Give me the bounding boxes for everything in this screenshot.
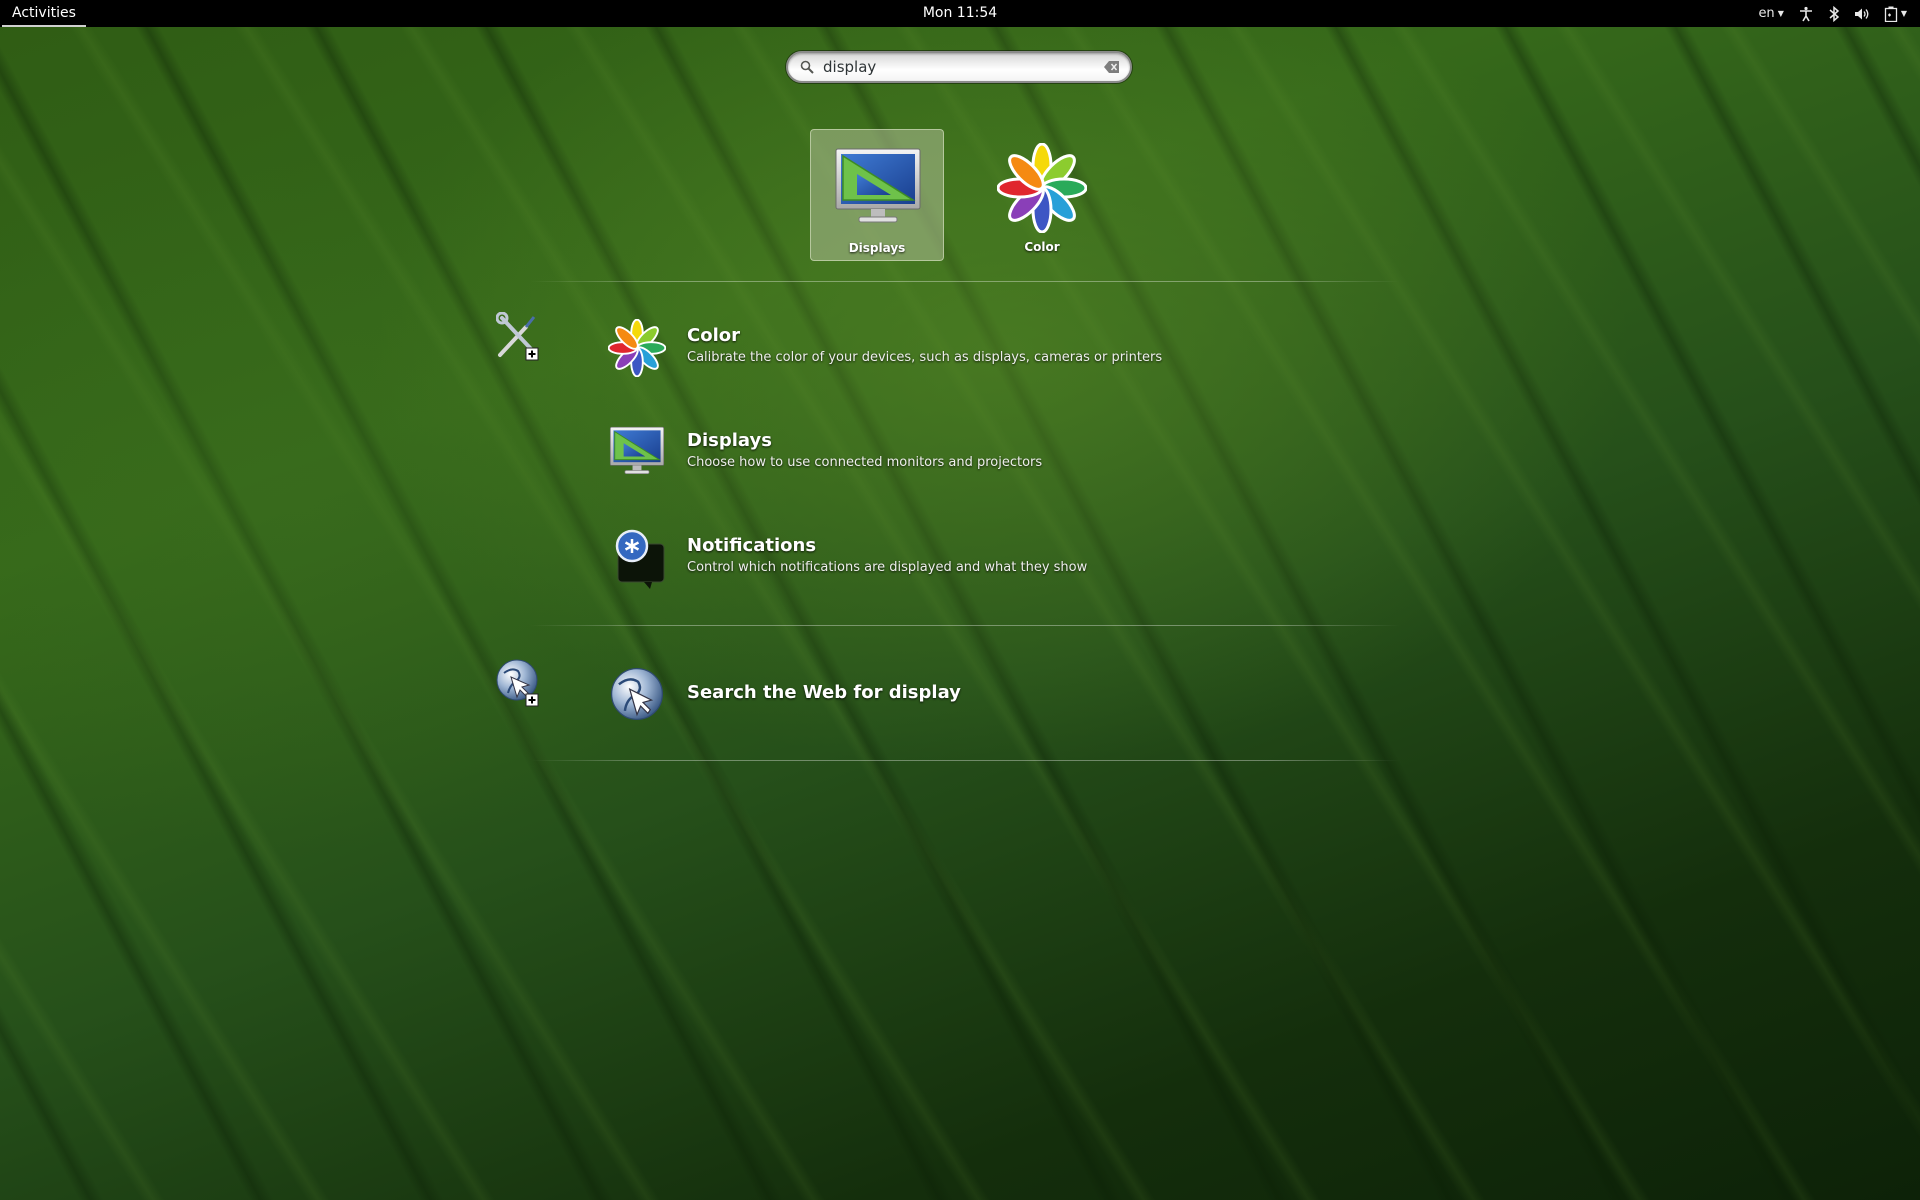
chevron-down-icon: ▼ bbox=[1900, 9, 1907, 18]
displays-icon bbox=[835, 148, 921, 223]
app-label: Color bbox=[1024, 240, 1060, 254]
activities-button[interactable]: Activities bbox=[0, 0, 88, 27]
clock[interactable]: Mon 11:54 bbox=[923, 5, 997, 21]
search-icon bbox=[800, 60, 814, 74]
app-displays[interactable]: Displays bbox=[810, 129, 944, 261]
globe-icon bbox=[611, 668, 663, 720]
result-description: Choose how to use connected monitors and… bbox=[687, 455, 1043, 470]
separator bbox=[530, 625, 1400, 626]
result-title: Color bbox=[687, 325, 740, 346]
activities-underline bbox=[2, 25, 86, 27]
volume-menu[interactable] bbox=[1847, 0, 1877, 27]
app-label: Displays bbox=[848, 241, 906, 255]
top-bar: Activities Mon 11:54 en ▼ ▼ bbox=[0, 0, 1920, 27]
language-indicator[interactable]: en ▼ bbox=[1751, 0, 1790, 27]
separator bbox=[530, 281, 1400, 282]
search-input[interactable] bbox=[823, 56, 1083, 78]
notifications-icon bbox=[615, 529, 665, 589]
result-notifications[interactable]: Notifications Control which notification… bbox=[608, 529, 1368, 599]
color-icon bbox=[608, 319, 666, 377]
color-icon bbox=[997, 143, 1087, 233]
web-search-label: Search the Web for display bbox=[687, 682, 961, 703]
accessibility-menu[interactable] bbox=[1791, 0, 1821, 27]
system-tray: en ▼ ▼ bbox=[1751, 0, 1914, 27]
battery-menu[interactable]: ▼ bbox=[1877, 0, 1914, 27]
provider-settings[interactable] bbox=[495, 311, 544, 366]
search-entry[interactable] bbox=[786, 51, 1132, 83]
result-title: Notifications bbox=[687, 535, 817, 556]
result-description: Control which notifications are displaye… bbox=[687, 560, 1088, 575]
separator bbox=[530, 760, 1400, 761]
result-displays[interactable]: Displays Choose how to use connected mon… bbox=[608, 424, 1368, 494]
clock-container: Mon 11:54 bbox=[0, 0, 1920, 27]
language-label: en bbox=[1758, 6, 1775, 21]
clear-icon[interactable] bbox=[1104, 61, 1120, 73]
battery-icon bbox=[1884, 6, 1897, 22]
settings-icon bbox=[495, 311, 539, 361]
app-color[interactable]: Color bbox=[975, 129, 1109, 261]
web-browser-icon bbox=[496, 659, 539, 707]
chevron-down-icon: ▼ bbox=[1777, 9, 1784, 18]
provider-web[interactable] bbox=[496, 659, 544, 711]
accessibility-icon bbox=[1799, 6, 1812, 21]
result-color[interactable]: Color Calibrate the color of your device… bbox=[608, 319, 1368, 389]
displays-icon bbox=[609, 426, 665, 474]
bluetooth-icon bbox=[1829, 5, 1839, 22]
result-title: Displays bbox=[687, 430, 772, 451]
result-description: Calibrate the color of your devices, suc… bbox=[687, 350, 1163, 365]
result-web-search[interactable]: Search the Web for display bbox=[608, 665, 1368, 735]
volume-icon bbox=[1854, 8, 1869, 19]
activities-label: Activities bbox=[12, 5, 76, 21]
bluetooth-menu[interactable] bbox=[1821, 0, 1847, 27]
